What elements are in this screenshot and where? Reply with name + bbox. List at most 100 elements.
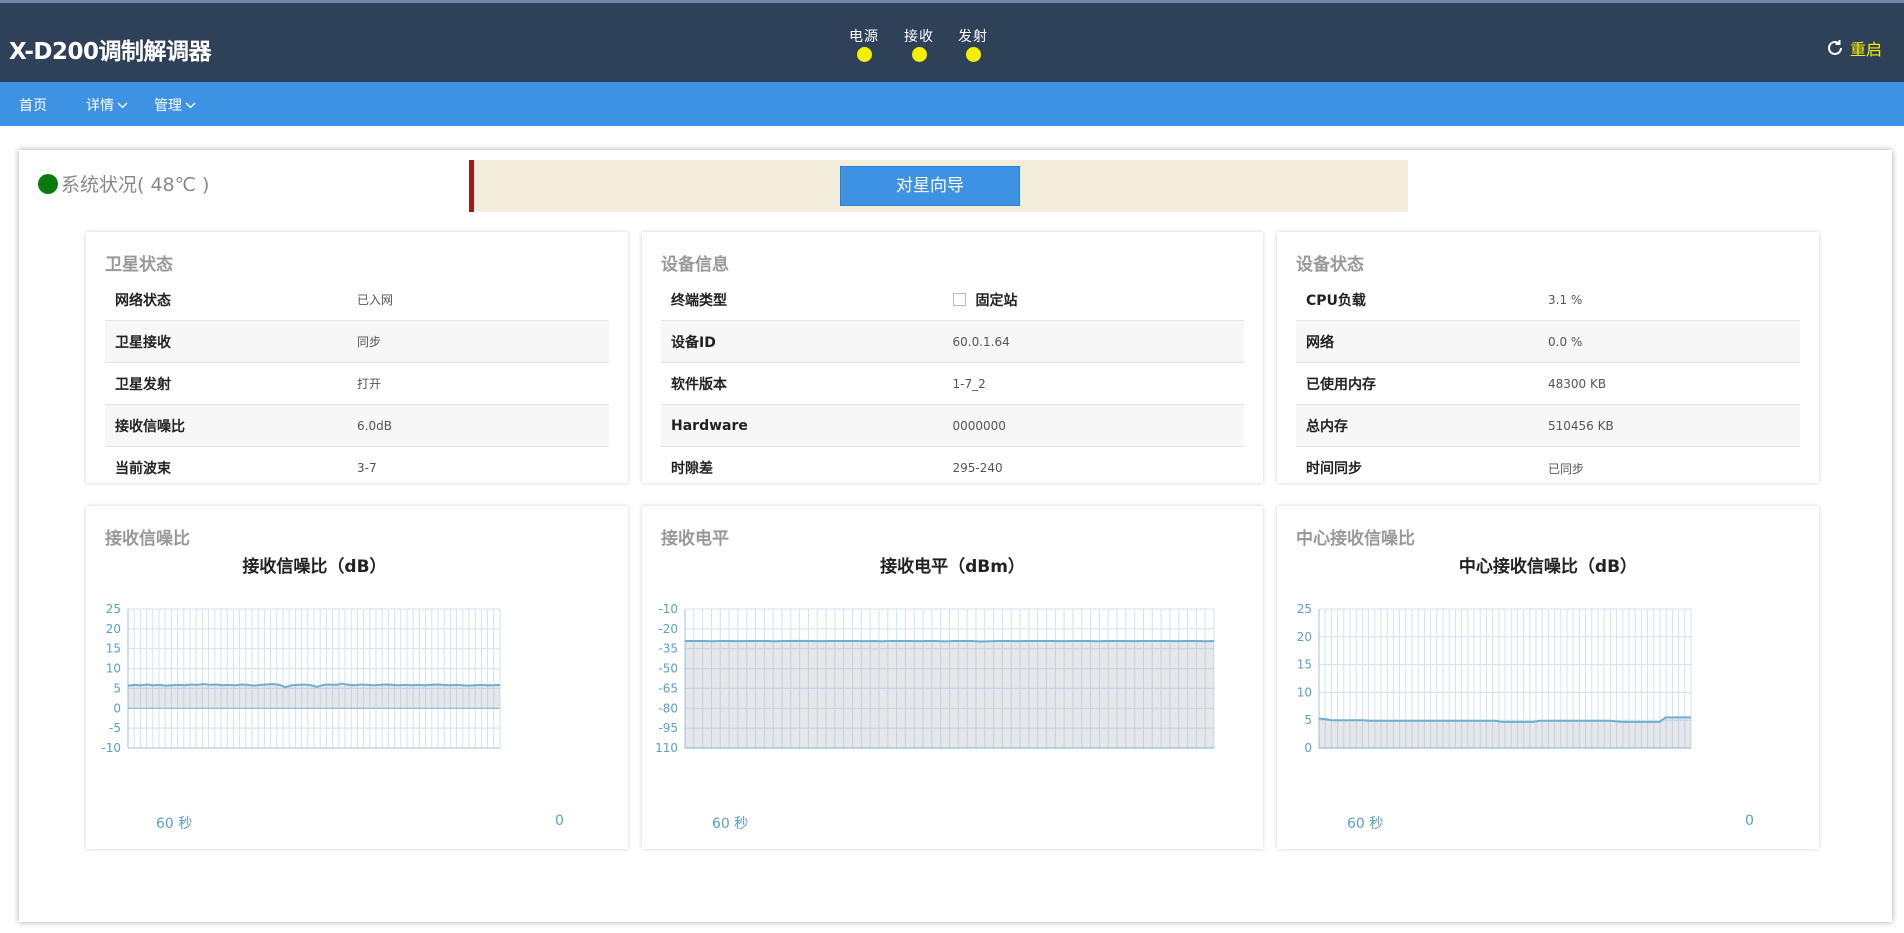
row-value: 打开 [357,377,382,391]
x-axis-start-label: 60 秒 [156,816,193,832]
y-tick-label: 25 [1297,602,1312,616]
row-value: 3.1 % [1548,292,1583,307]
table-row: 时间同步 已同步 [1296,447,1800,489]
power-indicator: 电源 [842,29,886,62]
row-key: 卫星接收 [115,334,171,351]
row-key: 设备ID [671,334,716,351]
rx-level-chart-panel: 接收电平 接收电平（dBm） -10 -20 -35 -50 -65 -80 -95 110 … [642,506,1263,849]
power-status-dot [856,47,872,62]
y-tick-label: 5 [1304,713,1312,727]
y-tick-label: 25 [106,602,121,616]
nav-details-dropdown[interactable]: 详情 [86,95,128,115]
row-value: 48300 KB [1548,376,1607,391]
nav-home[interactable]: 首页 [19,95,47,115]
receive-indicator-label: 接收 [904,29,934,45]
table-row: 设备ID 60.0.1.64 [661,321,1244,363]
x-axis-start-label: 60 秒 [712,816,749,832]
power-indicator-label: 电源 [849,29,879,45]
table-row: 卫星发射 打开 [105,363,609,405]
table-row: 已使用内存 48300 KB [1296,363,1800,405]
system-status: 系统状况( 48℃ ) [38,170,209,197]
nav-bar: 首页 详情 管理 [0,82,1904,126]
y-tick-label: -10 [658,602,678,616]
snr-chart-plot: 25 20 15 10 5 0 -5 -10 [101,602,501,755]
row-key: 终端类型 [671,292,727,309]
y-tick-label: 15 [106,642,121,656]
center-snr-chart-panel: 中心接收信噪比 中心接收信噪比（dB） 25 20 15 10 5 0 60 秒 0 [1277,506,1819,849]
y-tick-label: -65 [658,681,678,695]
refresh-icon [1828,40,1842,55]
series-line [685,639,1215,643]
row-value: 1-7_2 [952,376,986,391]
row-key: 卫星发射 [115,376,171,393]
y-tick-label: 0 [1304,741,1312,755]
y-tick-label: -5 [109,721,121,735]
row-key: 总内存 [1306,418,1348,435]
snr-chart-panel: 接收信噪比 接收信噪比（dB） 25 20 15 10 5 0 -5 -10 60 秒 0 [86,506,628,849]
table-row: 软件版本 1-7_2 [661,363,1244,405]
row-key: Hardware [671,417,748,434]
y-tick-label: 15 [1297,658,1312,672]
restart-button[interactable]: 重启 [1825,36,1882,60]
chevron-down-icon [117,102,128,108]
table-row: 网络 0.0 % [1296,321,1800,363]
table-row: CPU负载 3.1 % [1296,279,1800,321]
nav-manage-label: 管理 [154,98,182,114]
x-axis-end-label: 0 [555,813,564,829]
row-value: 0.0 % [1548,334,1583,349]
y-tick-label: -20 [658,622,678,636]
transmit-indicator: 发射 [951,29,995,62]
row-key: CPU负载 [1306,292,1366,309]
row-value: 已入网 [357,293,394,307]
row-key: 时间同步 [1306,461,1362,477]
wizard-banner: 对星向导 [469,160,1408,212]
device-info-panel: 设备信息 终端类型 固定站 设备ID 60.0.1.64 软件版本 1-7_2 … [642,232,1263,483]
transmit-indicator-label: 发射 [958,29,988,45]
row-value: 已同步 [1548,461,1585,476]
restart-label: 重启 [1849,40,1882,59]
series-area [685,640,1214,748]
x-axis-start-label: 60 秒 [1347,816,1384,832]
x-axis-end-label: 0 [1745,813,1754,829]
nav-manage-dropdown[interactable]: 管理 [154,95,196,115]
row-value: 6.0dB [357,418,392,433]
transmit-status-dot [965,47,981,62]
row-value: 295-240 [952,461,1003,475]
y-tick-label: 5 [113,681,121,695]
table-row: 接收信噪比 6.0dB [105,405,609,447]
table-row: 卫星接收 同步 [105,321,609,363]
device-status-table: CPU负载 3.1 % 网络 0.0 % 已使用内存 48300 KB 总内存 … [1296,279,1800,489]
system-status-dot [38,173,58,194]
table-row: 时隙差 295-240 [661,447,1244,489]
y-tick-label: -95 [658,721,678,735]
y-tick-label: 10 [1297,685,1312,699]
row-key: 软件版本 [671,376,727,393]
chevron-down-icon [185,102,196,108]
satellite-status-table: 网络状态 已入网 卫星接收 同步 卫星发射 打开 接收信噪比 6.0dB 当前波… [105,279,609,489]
rx-level-chart-plot: -10 -20 -35 -50 -65 -80 -95 110 [655,602,1215,755]
y-tick-label: -10 [101,741,121,755]
row-value: 3-7 [357,461,377,475]
app-title: X-D200调制解调器 [9,39,212,65]
device-info-table: 终端类型 固定站 设备ID 60.0.1.64 软件版本 1-7_2 Hardw… [661,279,1244,489]
row-value: 同步 [357,335,382,349]
nav-details-label: 详情 [86,98,114,114]
device-status-panel: 设备状态 CPU负载 3.1 % 网络 0.0 % 已使用内存 48300 KB… [1277,232,1819,483]
row-value: 0000000 [952,418,1006,433]
table-row: 当前波束 3-7 [105,447,609,489]
satellite-wizard-button[interactable]: 对星向导 [840,166,1020,206]
table-row: 网络状态 已入网 [105,279,609,321]
row-key: 接收信噪比 [115,418,185,435]
table-row: 总内存 510456 KB [1296,405,1800,447]
row-key: 网络状态 [115,292,171,309]
row-key: 当前波束 [115,461,171,477]
y-tick-label: -80 [658,701,678,715]
fixed-station-label: 固定站 [975,292,1018,309]
top-header: X-D200调制解调器 电源 接收 发射 重启 [0,0,1904,82]
y-tick-label: 20 [1297,630,1312,644]
dashboard-main: 系统状况( 48℃ ) 对星向导 卫星状态 网络状态 已入网 卫星接收 同步 卫… [19,150,1892,922]
fixed-station-checkbox[interactable] [952,293,966,306]
series-area [128,683,500,709]
y-tick-label: 20 [106,622,121,636]
y-tick-label: -35 [658,642,678,656]
